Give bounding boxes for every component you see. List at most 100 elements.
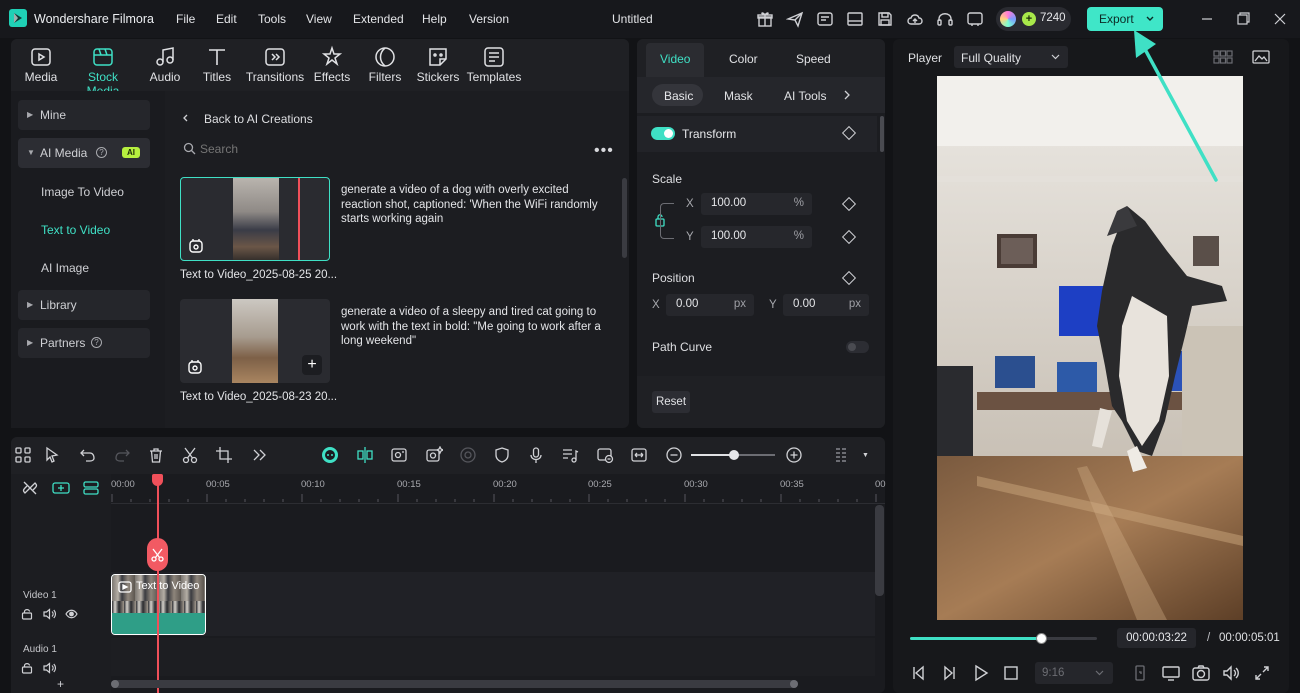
aspect-ratio-select[interactable]: 9:16 xyxy=(1035,662,1113,684)
timeline-horizontal-scrollbar[interactable] xyxy=(111,680,798,688)
eye-track-icon[interactable] xyxy=(65,608,78,620)
scale-y-field[interactable]: 100.00% xyxy=(701,226,812,248)
tab-video[interactable]: Video xyxy=(660,52,690,66)
snap-icon[interactable] xyxy=(356,446,374,464)
undo-icon[interactable] xyxy=(79,446,97,464)
media-icon[interactable] xyxy=(29,45,53,69)
close-icon[interactable] xyxy=(1271,10,1289,28)
more-tools-icon[interactable] xyxy=(250,446,268,464)
search-input[interactable] xyxy=(200,140,500,158)
templates-icon[interactable] xyxy=(482,45,506,69)
headset-icon[interactable] xyxy=(936,10,954,28)
properties-scrollbar[interactable] xyxy=(880,116,884,152)
sidebar-item-ai-image[interactable]: AI Image xyxy=(41,261,89,275)
transform-toggle[interactable] xyxy=(651,127,675,140)
position-x-field[interactable]: 0.00 px xyxy=(666,294,754,316)
sidebar-item-ai-media[interactable]: ▼ AI Media ? AI xyxy=(18,138,150,168)
menu-extended[interactable]: Extended xyxy=(353,12,404,26)
playhead-handle[interactable] xyxy=(152,474,163,486)
add-track-button[interactable]: + xyxy=(57,677,64,691)
audio-icon[interactable] xyxy=(153,45,177,69)
help-icon[interactable]: ? xyxy=(91,337,102,348)
filters-icon[interactable] xyxy=(373,45,397,69)
timeline-vertical-scrollbar[interactable] xyxy=(875,505,884,596)
expand-icon[interactable] xyxy=(1252,663,1272,683)
stabilize-icon[interactable] xyxy=(459,446,477,464)
lock-track-icon[interactable] xyxy=(21,662,33,674)
help-icon[interactable]: ? xyxy=(96,147,107,158)
next-frame-icon[interactable] xyxy=(940,663,960,683)
maximize-icon[interactable] xyxy=(1234,10,1252,28)
menu-version[interactable]: Version xyxy=(469,12,509,26)
back-to-ai-creations[interactable]: Back to AI Creations xyxy=(204,112,313,126)
titles-icon[interactable] xyxy=(205,45,229,69)
tab-stickers[interactable]: Stickers xyxy=(406,70,470,84)
add-to-timeline-button[interactable]: + xyxy=(302,355,322,375)
minimize-icon[interactable] xyxy=(1198,10,1216,28)
video-track-lane[interactable] xyxy=(111,572,875,636)
redo-icon[interactable] xyxy=(113,446,131,464)
play-icon[interactable] xyxy=(971,663,991,683)
stop-icon[interactable] xyxy=(1001,663,1021,683)
zoom-slider-handle[interactable] xyxy=(729,450,739,460)
track-manager-icon[interactable] xyxy=(83,481,99,495)
link-icon[interactable] xyxy=(22,480,38,496)
subtab-basic[interactable]: Basic xyxy=(664,89,693,103)
cloud-upload-icon[interactable] xyxy=(906,10,924,28)
ai-copilot-icon[interactable] xyxy=(321,446,339,464)
chevron-down-icon[interactable] xyxy=(1145,14,1155,24)
sidebar-item-mine[interactable]: ▶ Mine xyxy=(18,100,150,130)
tab-media[interactable]: Media xyxy=(9,70,73,84)
snapshot-view-icon[interactable] xyxy=(1252,49,1270,65)
video-clip[interactable]: Text to Video xyxy=(111,574,206,635)
sidebar-item-partners[interactable]: ▶ Partners ? xyxy=(18,328,150,358)
delete-icon[interactable] xyxy=(147,446,165,464)
send-icon[interactable] xyxy=(786,10,804,28)
browser-scrollbar[interactable] xyxy=(622,178,627,258)
layout-grid-icon[interactable] xyxy=(14,446,32,464)
quality-select[interactable]: Full Quality xyxy=(954,46,1068,68)
track-density-icon[interactable] xyxy=(834,446,852,464)
media-thumbnail-selected[interactable] xyxy=(180,177,330,261)
select-tool-icon[interactable] xyxy=(44,446,62,464)
cut-icon[interactable] xyxy=(181,446,199,464)
stock-media-icon[interactable] xyxy=(91,45,115,69)
auto-reframe-icon[interactable] xyxy=(390,446,408,464)
shield-icon[interactable] xyxy=(493,446,511,464)
scale-x-field[interactable]: 100.00% xyxy=(701,193,812,215)
playhead-split-button[interactable] xyxy=(147,538,168,571)
tab-color[interactable]: Color xyxy=(729,52,758,66)
sidebar-item-library[interactable]: ▶ Library xyxy=(18,290,150,320)
display-icon[interactable] xyxy=(1161,663,1181,683)
reset-button[interactable]: Reset xyxy=(652,391,690,413)
subtab-ai-tools[interactable]: AI Tools xyxy=(784,89,826,103)
media-thumbnail[interactable]: + xyxy=(180,299,330,383)
tab-transitions[interactable]: Transitions xyxy=(243,70,307,84)
layout-icon[interactable] xyxy=(846,10,864,28)
sidebar-item-image-to-video[interactable]: Image To Video xyxy=(41,185,124,199)
chevron-down-icon[interactable]: ▼ xyxy=(862,452,869,459)
zoom-in-icon[interactable] xyxy=(785,446,803,464)
music-list-icon[interactable] xyxy=(561,446,579,464)
gift-icon[interactable] xyxy=(756,10,774,28)
playhead-line[interactable] xyxy=(157,480,159,693)
replace-icon[interactable] xyxy=(596,446,614,464)
credits-pill[interactable]: + 7240 xyxy=(996,7,1071,31)
fit-icon[interactable] xyxy=(630,446,648,464)
lock-track-icon[interactable] xyxy=(21,608,33,620)
ai-effect-icon[interactable] xyxy=(425,446,443,464)
menu-help[interactable]: Help xyxy=(422,12,447,26)
menu-file[interactable]: File xyxy=(176,12,195,26)
playback-progress-handle[interactable] xyxy=(1035,633,1047,644)
speaker-track-icon[interactable] xyxy=(43,662,56,674)
transitions-icon[interactable] xyxy=(263,45,287,69)
microphone-icon[interactable] xyxy=(527,446,545,464)
speaker-track-icon[interactable] xyxy=(43,608,56,620)
volume-icon[interactable] xyxy=(1221,663,1241,683)
effects-icon[interactable] xyxy=(320,45,344,69)
chevron-right-icon[interactable] xyxy=(842,89,852,101)
template-icon[interactable] xyxy=(816,10,834,28)
add-track-icon[interactable] xyxy=(52,481,70,495)
chevron-left-icon[interactable] xyxy=(181,113,191,123)
sidebar-item-text-to-video[interactable]: Text to Video xyxy=(41,223,110,237)
